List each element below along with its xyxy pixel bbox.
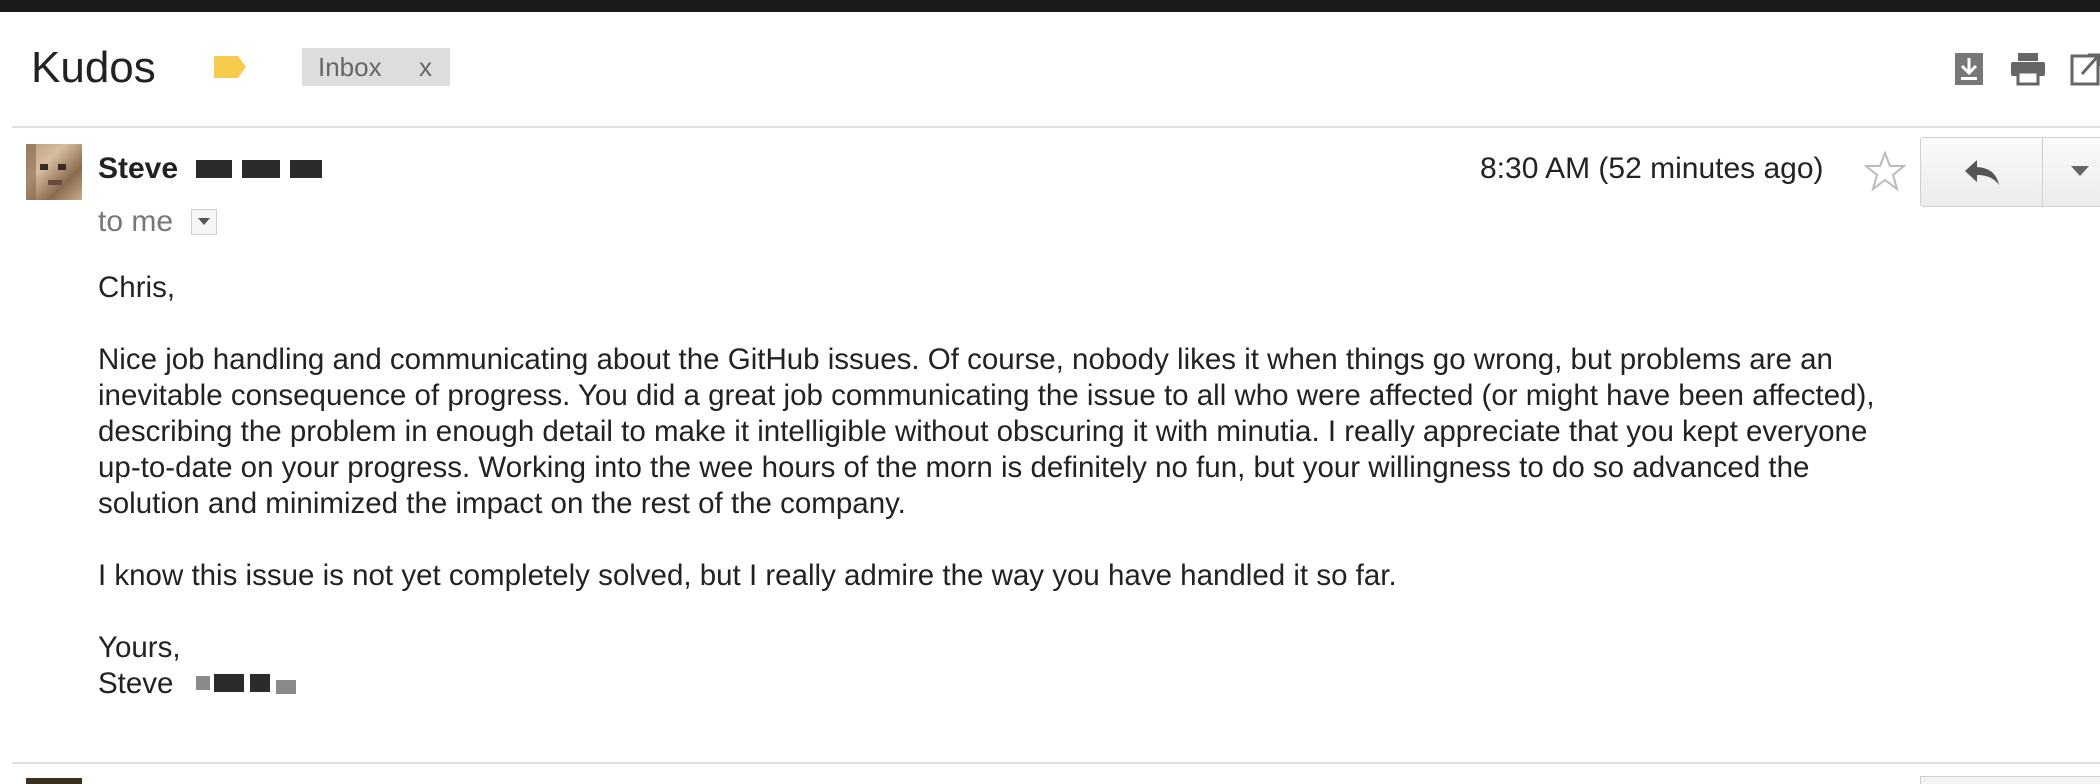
new-window-icon[interactable]	[2070, 52, 2100, 86]
message-body: Chris, Nice job handling and communicati…	[98, 270, 2078, 702]
reply-button[interactable]	[1921, 138, 2042, 206]
paragraph-2: I know this issue is not yet completely …	[98, 559, 1397, 592]
paragraph-1-line-1: Nice job handling and communicating abou…	[98, 343, 1833, 376]
signature-name: Steve	[98, 667, 174, 700]
recipient-summary: to me	[98, 205, 174, 238]
sender-first-name: Steve	[98, 152, 179, 185]
header-divider	[12, 126, 2100, 128]
closing-line: Yours,	[98, 631, 181, 664]
inbox-label-text: Inbox	[318, 52, 382, 82]
window-top-bar	[0, 0, 2100, 12]
more-actions-button[interactable]	[2042, 138, 2100, 206]
download-icon[interactable]	[1954, 52, 1984, 86]
star-outline-icon[interactable]	[1863, 150, 1907, 197]
print-icon[interactable]	[2010, 52, 2046, 86]
paragraph-1-line-2: inevitable consequence of progress. You …	[98, 379, 1875, 412]
thread-subject: Kudos	[31, 43, 156, 92]
signature-line: Steve	[98, 666, 2078, 702]
dropdown-arrow-icon	[198, 218, 210, 225]
chevron-down-icon	[2071, 166, 2089, 176]
show-details-button[interactable]	[191, 209, 217, 235]
reply-button-group	[1920, 137, 2100, 207]
greeting-line: Chris,	[98, 271, 176, 304]
sender-name[interactable]: Steve	[98, 152, 178, 186]
reply-arrow-icon	[1965, 160, 1999, 185]
sender-avatar[interactable]	[26, 144, 82, 200]
paragraph-1-line-3: describing the problem in enough detail …	[98, 415, 1868, 448]
remove-label-button[interactable]: x	[419, 48, 432, 86]
paragraph-1-line-4: up-to-date on your progress. Working int…	[98, 451, 1810, 484]
paragraph-1-line-5: solution and minimized the impact on the…	[98, 487, 906, 520]
inbox-label-chip[interactable]: Inbox x	[302, 48, 450, 86]
label-tag-icon[interactable]	[212, 54, 248, 80]
message-divider	[12, 762, 2100, 764]
message-timestamp: 8:30 AM (52 minutes ago)	[1480, 152, 1824, 185]
next-message-reply-button[interactable]	[1920, 776, 2100, 784]
next-message-avatar[interactable]	[26, 778, 82, 784]
